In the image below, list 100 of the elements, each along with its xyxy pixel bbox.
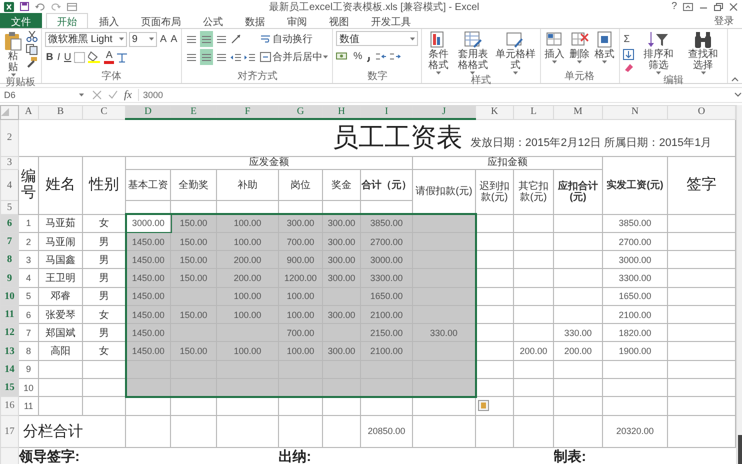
- restore-icon[interactable]: [714, 2, 723, 10]
- lines-icon: [186, 52, 198, 62]
- merge-center-button[interactable]: 合并后居中: [259, 49, 330, 65]
- ribbon-button[interactable]: 查找和选择: [682, 31, 724, 75]
- app-logo-icon[interactable]: [4, 2, 14, 12]
- bold-button[interactable]: B: [45, 49, 54, 65]
- ribbon-tab[interactable]: 插入: [88, 13, 130, 28]
- row-header[interactable]: 16: [0, 396, 18, 416]
- wrap-text-button[interactable]: 自动换行: [259, 31, 330, 47]
- row-header[interactable]: 6: [0, 214, 18, 232]
- row-header[interactable]: 14: [0, 360, 18, 378]
- name-box[interactable]: D6: [2, 89, 86, 101]
- row-header[interactable]: 12: [0, 324, 18, 342]
- ribbon-button[interactable]: 格式: [594, 31, 616, 64]
- center-button[interactable]: [200, 49, 214, 65]
- italic-button[interactable]: I: [56, 49, 62, 65]
- row-header[interactable]: 7: [0, 232, 18, 251]
- sign-in-link[interactable]: 登录: [714, 14, 734, 28]
- caret-icon: [656, 71, 661, 75]
- ribbon-tab[interactable]: 公式: [192, 13, 234, 28]
- paste-options-icon[interactable]: [478, 400, 489, 412]
- table-cell: 7: [18, 324, 38, 342]
- fill-down-icon[interactable]: [622, 49, 635, 60]
- autosum-button[interactable]: Σ: [622, 31, 635, 47]
- row-header[interactable]: 11: [0, 305, 18, 324]
- column-header[interactable]: B: [38, 106, 82, 120]
- row-header[interactable]: 2: [0, 119, 18, 156]
- column-header[interactable]: C: [82, 106, 126, 120]
- font-name-dropdown[interactable]: 微软雅黑 Light: [45, 32, 127, 46]
- column-header[interactable]: M: [554, 106, 602, 120]
- ribbon-button[interactable]: 删除: [568, 31, 591, 64]
- collapse-ribbon-icon[interactable]: [731, 75, 739, 83]
- column-header[interactable]: F: [216, 106, 278, 120]
- column-header[interactable]: D: [126, 106, 170, 120]
- ribbon-tab[interactable]: 页面布局: [130, 13, 192, 28]
- row-header[interactable]: 3: [0, 156, 18, 170]
- insert-function-button[interactable]: fx: [124, 89, 132, 101]
- number-format-dropdown[interactable]: 数值: [336, 31, 418, 46]
- phonetic-icon[interactable]: [116, 52, 128, 62]
- underline-button[interactable]: U: [63, 49, 72, 65]
- decrease-indent-icon[interactable]: [230, 52, 242, 62]
- column-header[interactable]: N: [602, 106, 668, 120]
- save-icon[interactable]: [20, 2, 29, 11]
- increase-decimal-icon[interactable]: [375, 50, 388, 62]
- help-button[interactable]: ?: [671, 1, 677, 12]
- ribbon-button[interactable]: 插入: [544, 31, 566, 64]
- column-header[interactable]: A: [18, 106, 38, 120]
- decrease-decimal-icon[interactable]: [389, 50, 402, 62]
- increase-indent-icon[interactable]: [244, 52, 256, 62]
- percent-button[interactable]: %: [352, 48, 364, 64]
- ribbon-button[interactable]: 套用表格格式: [454, 31, 491, 75]
- table-cell: 1650.00: [602, 287, 668, 306]
- table-cell: 3: [18, 250, 38, 269]
- eraser-icon[interactable]: [622, 62, 635, 73]
- scrollbar-thumb[interactable]: [738, 435, 742, 464]
- borders-icon[interactable]: [74, 52, 86, 62]
- row-header[interactable]: 5: [0, 200, 18, 214]
- ribbon-button[interactable]: 条件格式: [425, 31, 452, 75]
- grow-font-button[interactable]: A: [159, 31, 168, 47]
- ribbon-tab[interactable]: 数据: [234, 13, 276, 28]
- ribbon-button[interactable]: 排序和筛选: [638, 31, 680, 75]
- row-header[interactable]: 10: [0, 287, 18, 306]
- row-header[interactable]: 4: [0, 169, 18, 201]
- ribbon-tab[interactable]: 开发工具: [360, 13, 422, 28]
- column-header[interactable]: I: [360, 106, 412, 120]
- column-header[interactable]: K: [476, 106, 514, 120]
- scissors-icon[interactable]: [26, 31, 38, 42]
- column-header[interactable]: J: [412, 106, 476, 120]
- font-size-dropdown[interactable]: 9: [129, 32, 157, 46]
- undo-icon[interactable]: [35, 2, 45, 10]
- row-header[interactable]: 9: [0, 268, 18, 288]
- ribbon-display-icon[interactable]: [683, 2, 693, 10]
- ribbon-tab[interactable]: 视图: [318, 13, 360, 28]
- form-icon[interactable]: [67, 2, 77, 10]
- ribbon-button[interactable]: 粘贴: [3, 31, 23, 77]
- row-header[interactable]: 8: [0, 250, 18, 269]
- column-header[interactable]: O: [668, 106, 736, 120]
- row-header[interactable]: 13: [0, 342, 18, 360]
- row-header[interactable]: 15: [0, 378, 18, 397]
- close-icon[interactable]: [729, 2, 738, 10]
- row-header[interactable]: 17: [0, 415, 18, 448]
- column-header[interactable]: L: [514, 106, 554, 120]
- file-tab[interactable]: 文件: [0, 13, 42, 28]
- formula-input[interactable]: 3000: [138, 89, 728, 101]
- shrink-font-button[interactable]: A: [170, 31, 178, 47]
- copy-icon[interactable]: [26, 44, 38, 55]
- ribbon-tab[interactable]: 开始: [46, 13, 88, 28]
- expand-icon[interactable]: [734, 91, 742, 99]
- align-middle-button[interactable]: [200, 31, 214, 47]
- column-header[interactable]: H: [322, 106, 360, 120]
- ribbon-button[interactable]: 单元格样式: [494, 31, 537, 75]
- ribbon-tab[interactable]: 审阅: [276, 13, 318, 28]
- table-cell: 100.00: [278, 342, 322, 360]
- caret-icon: [552, 60, 558, 64]
- fill-color-icon[interactable]: [88, 51, 102, 63]
- column-header[interactable]: G: [278, 106, 322, 120]
- font-color-button[interactable]: A: [104, 50, 114, 64]
- table-cell: 1450.00: [126, 232, 170, 251]
- column-header[interactable]: E: [170, 106, 216, 120]
- paintbrush-icon[interactable]: [26, 57, 38, 68]
